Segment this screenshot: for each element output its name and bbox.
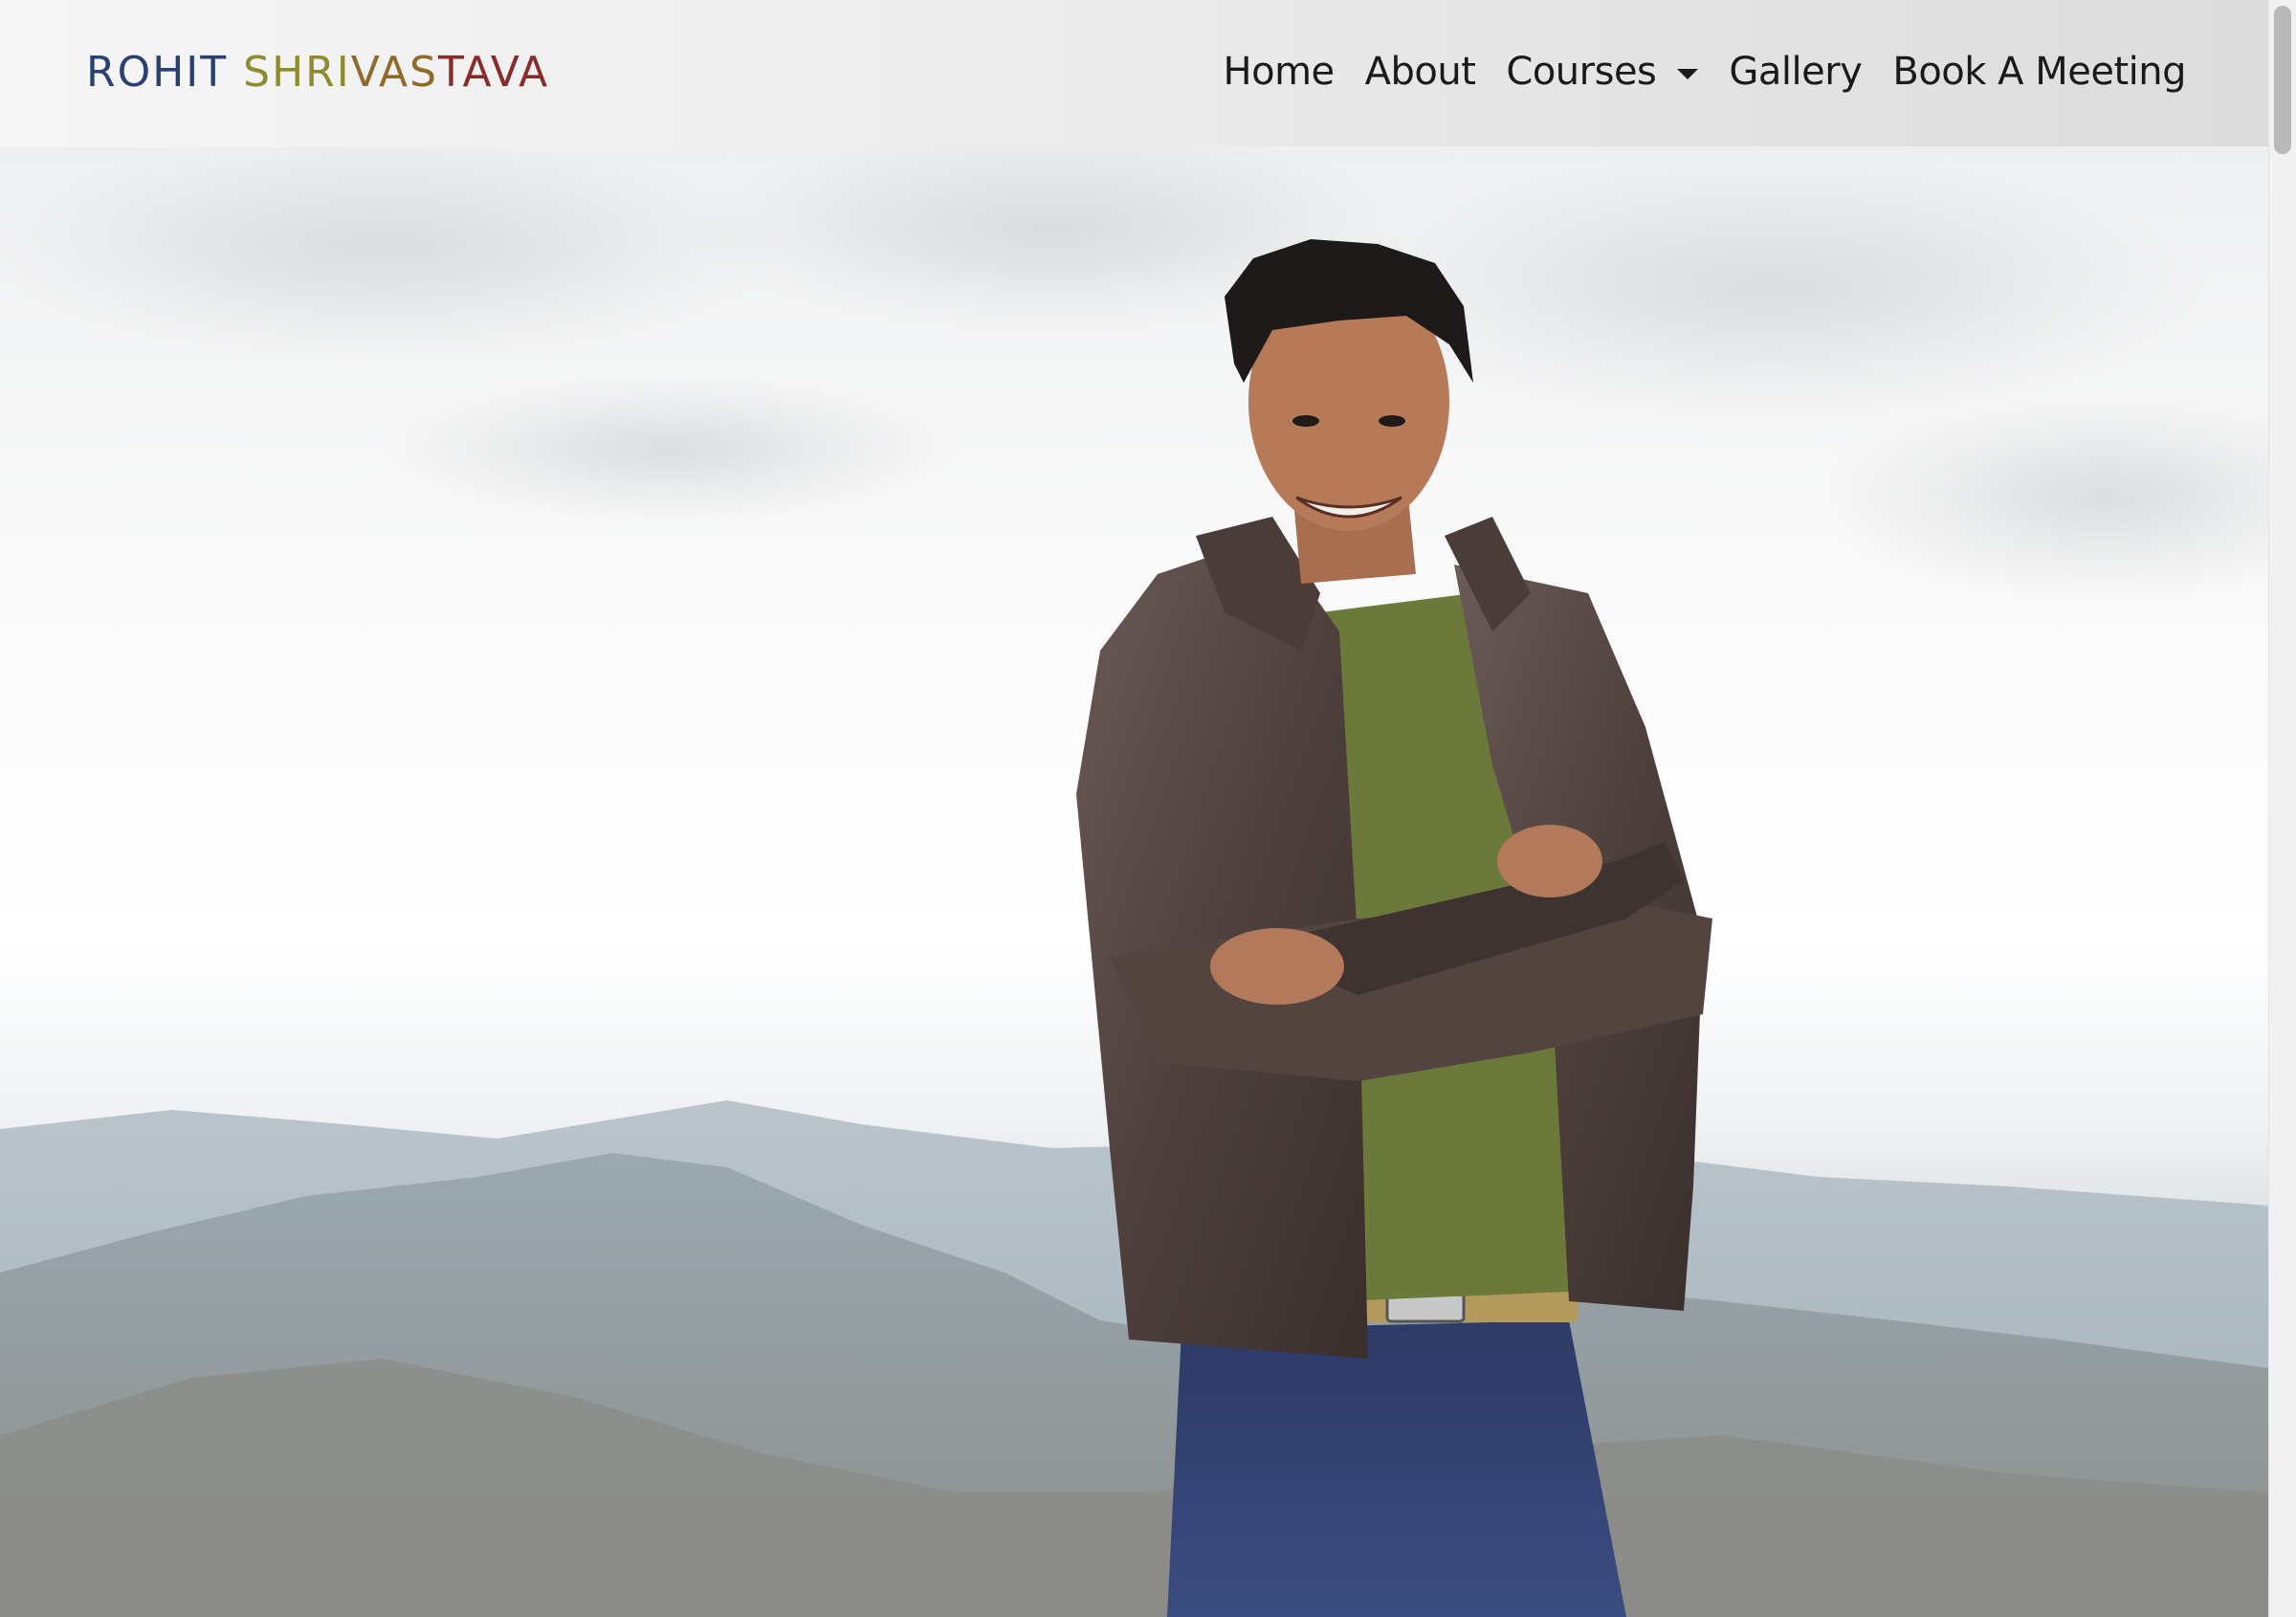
brand-part-1: ROHIT — [86, 48, 229, 97]
nav-home[interactable]: Home — [1223, 50, 1336, 94]
nav-about[interactable]: About — [1365, 50, 1476, 94]
nav-home-label: Home — [1223, 50, 1336, 94]
nav-book-a-meeting[interactable]: Book A Meeting — [1892, 50, 2186, 94]
top-navbar: ROHIT SHRIVASTAVA Home About Courses Gal… — [0, 0, 2269, 146]
nav-about-label: About — [1364, 50, 1476, 94]
nav-gallery-label: Gallery — [1729, 50, 1863, 94]
hero-photo — [0, 124, 2269, 1617]
brand-part-2: SHRI — [228, 48, 351, 97]
caret-down-icon — [1677, 68, 1699, 79]
brand-logo[interactable]: ROHIT SHRIVASTAVA — [86, 48, 549, 97]
person-jeans — [1167, 1320, 1626, 1617]
brand-part-4: TAVA — [438, 48, 550, 97]
page: ROHIT SHRIVASTAVA Home About Courses Gal… — [0, 0, 2296, 1617]
brand-part-3: VAS — [350, 48, 439, 97]
nav-gallery[interactable]: Gallery — [1729, 50, 1862, 94]
hero-section — [0, 0, 2269, 1617]
nav-book-a-meeting-label: Book A Meeting — [1892, 50, 2186, 94]
vertical-scrollbar[interactable] — [2268, 0, 2296, 1617]
nav-courses-label: Courses — [1506, 50, 1657, 94]
nav-courses-dropdown[interactable]: Courses — [1506, 50, 1699, 94]
scrollbar-thumb[interactable] — [2274, 6, 2291, 154]
main-nav: Home About Courses Gallery Book A Meetin… — [1223, 50, 2187, 94]
